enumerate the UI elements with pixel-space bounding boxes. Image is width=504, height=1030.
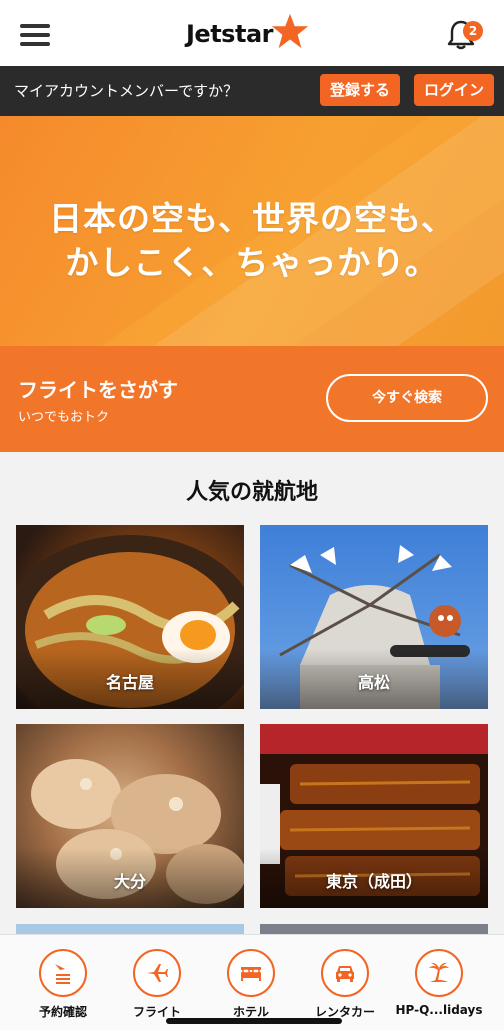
- destination-label: 東京（成田）: [325, 872, 422, 891]
- flight-search-subtitle: いつでもおトク: [18, 410, 110, 425]
- destination-card-tokyo-narita[interactable]: 東京（成田）: [260, 724, 488, 908]
- member-question: マイアカウントメンバーですか？: [14, 82, 239, 100]
- destination-card-nagoya[interactable]: 名古屋: [16, 525, 244, 709]
- flight-search-title: フライトをさがす: [18, 378, 178, 402]
- hero-headline-line1: 日本の空も、世界の空も、: [48, 199, 456, 238]
- home-indicator[interactable]: [166, 1018, 342, 1024]
- logo-text: Jetstar: [186, 20, 273, 48]
- search-now-button[interactable]: 今すぐ検索: [326, 374, 488, 422]
- destination-card-takamatsu[interactable]: 高松: [260, 525, 488, 709]
- hero-banner: 日本の空も、世界の空も、 かしこく、ちゃっかり。: [0, 116, 504, 346]
- destination-label: 名古屋: [105, 673, 154, 692]
- tab-flight[interactable]: フライト: [107, 945, 207, 1025]
- tab-booking[interactable]: 予約確認: [13, 945, 113, 1025]
- star-icon: [271, 13, 309, 49]
- tab-rental-car[interactable]: レンタカー: [295, 945, 395, 1025]
- jetstar-logo[interactable]: Jetstar: [186, 13, 309, 54]
- flight-search-band: フライトをさがす いつでもおトク 今すぐ検索: [0, 346, 504, 452]
- tab-label: 予約確認: [38, 1005, 87, 1019]
- booking-icon: [55, 964, 70, 984]
- notification-badge: 2: [463, 21, 483, 41]
- menu-icon[interactable]: [20, 24, 50, 46]
- popular-destinations-title: 人気の就航地: [185, 480, 318, 505]
- destination-label: 大分: [113, 872, 146, 891]
- tab-hotel[interactable]: ホテル: [201, 945, 301, 1025]
- bottom-tab-bar: 予約確認 フライト ホテル レンタカー HP-Q...lidays: [0, 934, 504, 1030]
- register-button[interactable]: 登録する: [320, 74, 400, 106]
- destination-label: 高松: [357, 673, 390, 692]
- login-button[interactable]: ログイン: [414, 74, 494, 106]
- tab-holidays[interactable]: HP-Q...lidays: [389, 945, 489, 1025]
- top-app-bar: Jetstar 2: [0, 0, 504, 66]
- hero-headline-line2: かしこく、ちゃっかり。: [65, 243, 439, 282]
- plane-icon: [147, 964, 168, 982]
- palm-tree-icon: [429, 962, 449, 982]
- car-icon: [336, 966, 354, 982]
- tab-label: HP-Q...lidays: [395, 1003, 483, 1017]
- bed-icon: [241, 967, 261, 981]
- destination-card-oita[interactable]: 大分: [16, 724, 244, 908]
